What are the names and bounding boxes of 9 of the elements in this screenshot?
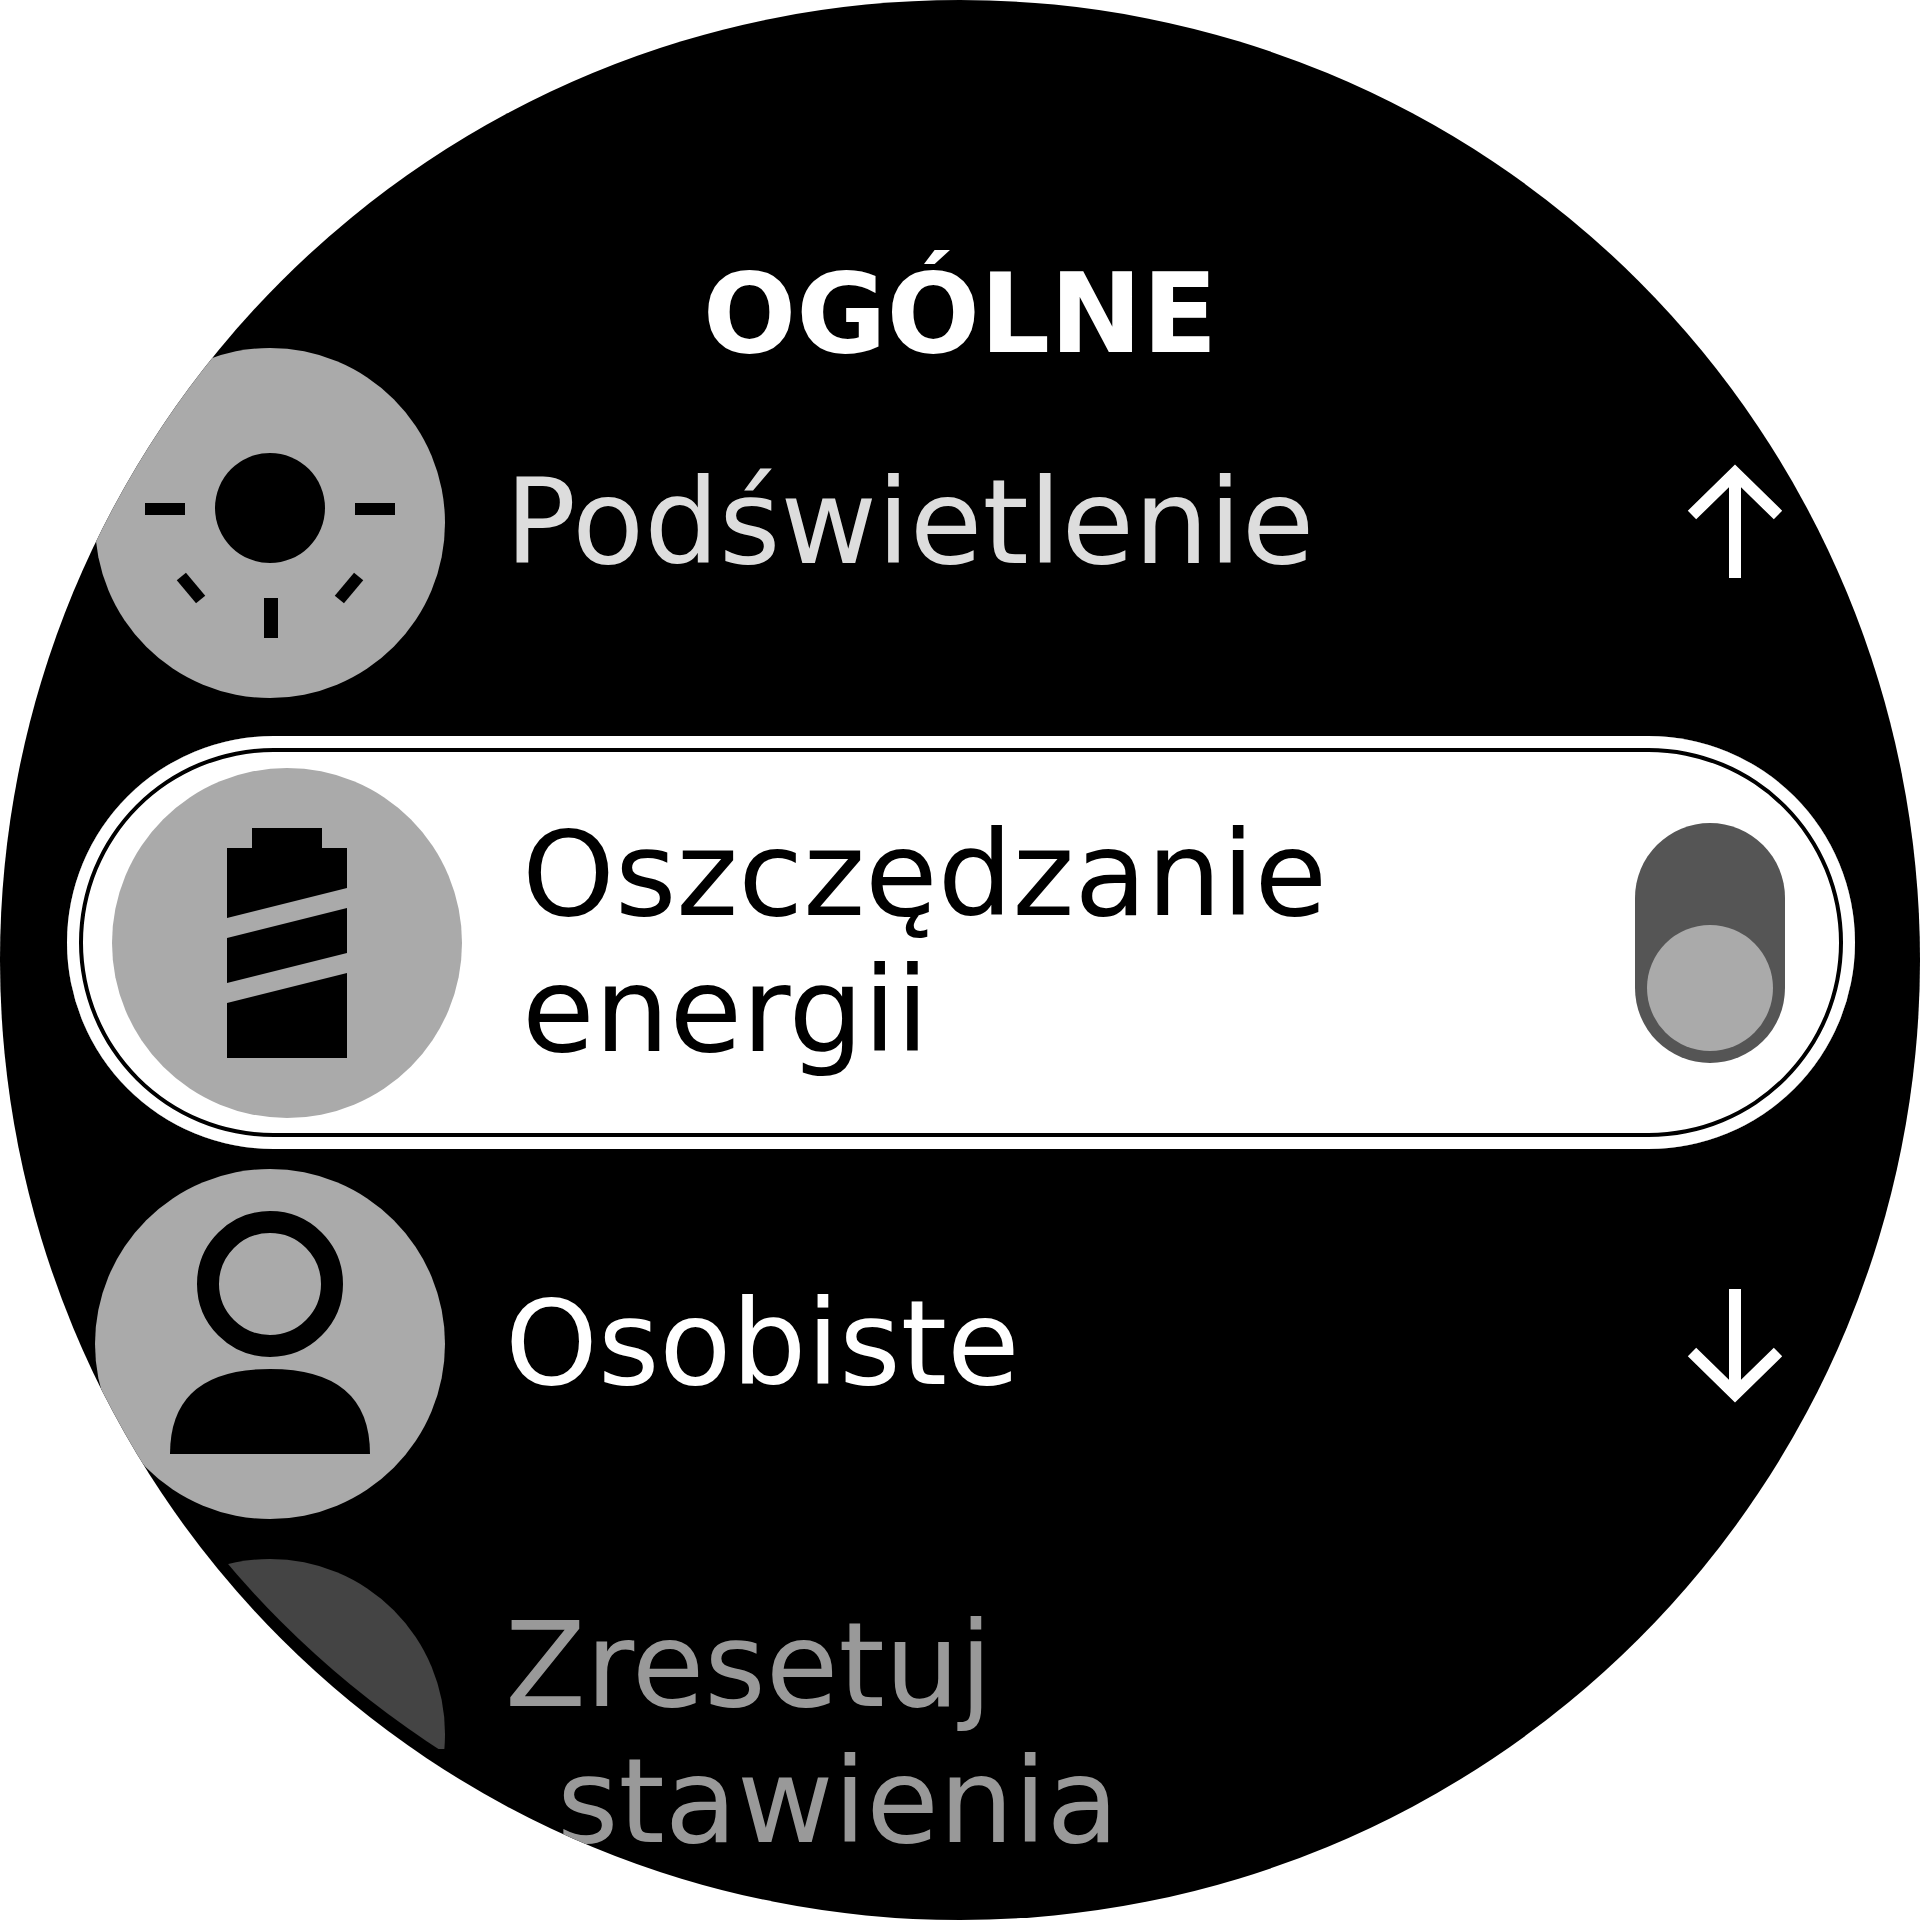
- menu-item-label: Oszczędzanie energii: [522, 806, 1329, 1079]
- person-icon: [95, 1169, 445, 1519]
- sun-icon: [95, 348, 445, 698]
- menu-item-label[interactable]: Podświetlenie: [505, 455, 1680, 591]
- screen-title: OGÓLNE: [701, 250, 1219, 378]
- selected-menu-item[interactable]: Oszczędzanie energii: [67, 736, 1855, 1149]
- menu-item-label[interactable]: Osobiste: [505, 1276, 1680, 1412]
- battery-icon: [112, 767, 462, 1118]
- menu-item-label[interactable]: Zresetuj stawienia: [505, 1598, 1790, 1870]
